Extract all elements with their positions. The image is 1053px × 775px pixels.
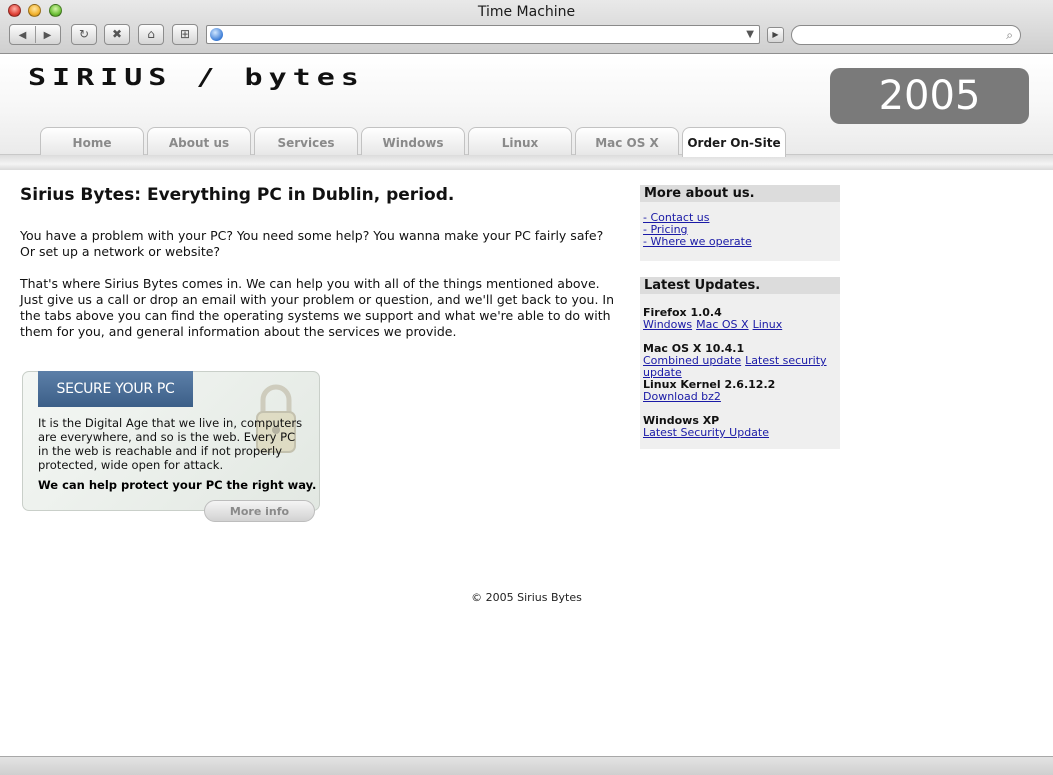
stop-icon: ✖ — [111, 27, 123, 41]
home-icon: ⌂ — [147, 27, 155, 41]
site-logo[interactable]: SIRIUS / bytes — [28, 64, 365, 91]
firefox-linux-link[interactable]: Linux — [753, 318, 783, 331]
tab-about-us[interactable]: About us — [147, 127, 251, 155]
update-item: Windows XP Latest Security Update — [643, 415, 773, 439]
tab-services[interactable]: Services — [254, 127, 358, 155]
updates-sidebar-box: Latest Updates. Firefox 1.0.4 Windows Mac… — [640, 277, 840, 449]
site-header: SIRIUS / bytes 2005 Home About us Servic… — [0, 54, 1053, 170]
more-info-button[interactable]: More info — [204, 500, 315, 522]
windows-security-update-link[interactable]: Latest Security Update — [643, 426, 769, 439]
browser-window: Time Machine ◀ ▶ ↻ ✖ ⌂ ⊞ ▼ ▶ ⌕ SIRIUS / b… — [0, 0, 1053, 775]
globe-icon — [210, 28, 223, 41]
back-forward-group: ◀ ▶ — [9, 24, 61, 45]
browser-toolbar: Time Machine ◀ ▶ ↻ ✖ ⌂ ⊞ ▼ ▶ ⌕ — [0, 0, 1053, 54]
add-bookmark-icon: ⊞ — [179, 27, 191, 41]
add-bookmark-button[interactable]: ⊞ — [172, 24, 198, 45]
tab-order-on-site[interactable]: Order On-Site — [682, 127, 786, 157]
window-title: Time Machine — [477, 4, 576, 20]
nav-strip — [0, 154, 1053, 170]
tab-linux[interactable]: Linux — [468, 127, 572, 155]
page-footer: © 2005 Sirius Bytes — [471, 591, 582, 604]
forward-icon[interactable]: ▶ — [36, 26, 60, 45]
updates-heading: Latest Updates. — [640, 277, 840, 294]
status-bar — [0, 756, 1053, 775]
promo-tagline: We can help protect your PC the right wa… — [38, 478, 317, 492]
tab-home[interactable]: Home — [40, 127, 144, 155]
page-title: Sirius Bytes: Everything PC in Dublin, p… — [20, 185, 455, 205]
about-links: - Contact us - Pricing - Where we operat… — [640, 202, 840, 248]
reload-icon: ↻ — [78, 27, 90, 41]
promo-heading: SECURE YOUR PC — [38, 371, 193, 407]
year-badge: 2005 — [830, 68, 1029, 124]
download-bz2-link[interactable]: Download bz2 — [643, 390, 721, 403]
about-sidebar-box: More about us. - Contact us - Pricing - … — [640, 185, 840, 261]
go-icon: ▶ — [772, 30, 779, 39]
secure-pc-promo: SECURE YOUR PC It is the Digital Age tha… — [22, 371, 320, 522]
go-button[interactable]: ▶ — [767, 27, 784, 43]
back-icon[interactable]: ◀ — [11, 26, 35, 45]
firefox-windows-link[interactable]: Windows — [643, 318, 692, 331]
intro-paragraph: You have a problem with your PC? You nee… — [20, 228, 604, 259]
home-button[interactable]: ⌂ — [138, 24, 164, 45]
page-content: Sirius Bytes: Everything PC in Dublin, p… — [0, 169, 1053, 756]
update-item: Linux Kernel 2.6.12.2 Download bz2 — [643, 379, 775, 403]
url-history-dropdown-icon[interactable]: ▼ — [746, 29, 754, 40]
tab-mac-os-x[interactable]: Mac OS X — [575, 127, 679, 155]
update-item: Firefox 1.0.4 Windows Mac OS X Linux — [643, 307, 786, 331]
search-input[interactable] — [802, 28, 996, 44]
stop-button[interactable]: ✖ — [104, 24, 130, 45]
firefox-mac-link[interactable]: Mac OS X — [696, 318, 748, 331]
search-icon: ⌕ — [1006, 28, 1013, 42]
promo-text: It is the Digital Age that we live in, c… — [38, 416, 303, 472]
tab-windows[interactable]: Windows — [361, 127, 465, 155]
services-paragraph: That's where Sirius Bytes comes in. We c… — [20, 276, 615, 339]
where-we-operate-link[interactable]: - Where we operate — [643, 236, 840, 248]
url-input[interactable] — [229, 27, 733, 44]
about-heading: More about us. — [640, 185, 840, 202]
reload-button[interactable]: ↻ — [71, 24, 97, 45]
search-field[interactable]: ⌕ — [791, 25, 1021, 45]
update-item: Mac OS X 10.4.1 Combined update Latest se… — [643, 343, 840, 379]
address-bar[interactable]: ▼ — [206, 25, 760, 44]
